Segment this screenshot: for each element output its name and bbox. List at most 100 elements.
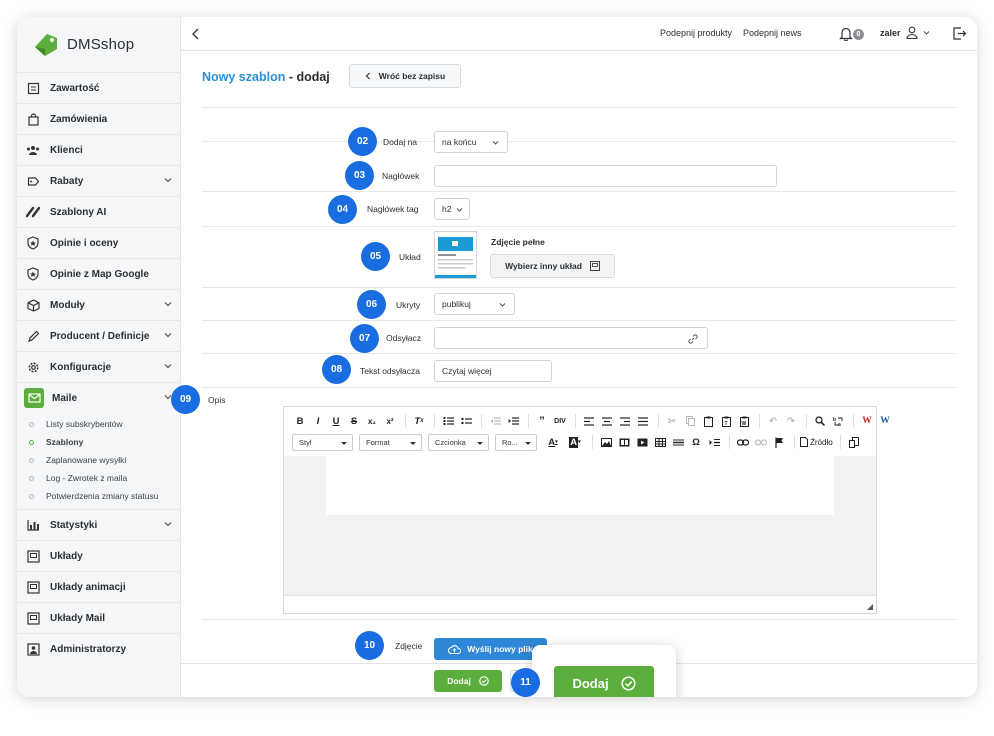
- paste-word-icon[interactable]: W: [736, 413, 752, 429]
- chevron-down-icon[interactable]: [164, 520, 172, 528]
- subscript-button[interactable]: x₂: [364, 413, 380, 429]
- source-button[interactable]: Źródło: [800, 434, 833, 450]
- blockquote-icon[interactable]: ”: [534, 413, 550, 429]
- align-center-icon[interactable]: [599, 413, 615, 429]
- add-button-zoomed[interactable]: Dodaj: [554, 666, 654, 697]
- chevron-down-icon: [499, 303, 506, 307]
- sidebar-item-moduly[interactable]: Moduły: [17, 289, 181, 320]
- sidebar-item-zamowienia[interactable]: Zamówienia: [17, 103, 181, 134]
- tekst-odsylacza-input[interactable]: Czytaj więcej: [434, 360, 552, 382]
- align-left-icon[interactable]: [581, 413, 597, 429]
- sidebar-item-uklady[interactable]: Układy: [17, 540, 181, 571]
- anchor-flag-icon[interactable]: [771, 434, 787, 450]
- logout-icon[interactable]: [952, 26, 967, 41]
- layout-thumbnail[interactable]: [434, 231, 477, 279]
- submenu-item-szablony[interactable]: Szablony: [17, 433, 181, 451]
- underline-button[interactable]: U: [328, 413, 344, 429]
- strikethrough-button[interactable]: S: [346, 413, 362, 429]
- page-break-icon[interactable]: [706, 434, 722, 450]
- sidebar-item-klienci[interactable]: Klienci: [17, 134, 181, 165]
- paste-text-icon[interactable]: T: [718, 413, 734, 429]
- bulleted-list-icon[interactable]: [458, 413, 474, 429]
- sidebar-item-opinie-i-oceny[interactable]: Opinie i oceny: [17, 227, 181, 258]
- naglowek-tag-select[interactable]: h2: [434, 198, 470, 220]
- word-count-icon[interactable]: W: [877, 413, 893, 429]
- remove-format-button[interactable]: Tx: [411, 413, 427, 429]
- find-icon[interactable]: [812, 413, 828, 429]
- chevron-down-icon[interactable]: [164, 331, 172, 339]
- sidebar-item-szablony-ai[interactable]: Szablony AI: [17, 196, 181, 227]
- submenu-item-log[interactable]: Log - Zwrotek z maila: [17, 469, 181, 487]
- add-button[interactable]: Dodaj: [434, 670, 502, 692]
- numbered-list-icon[interactable]: [440, 413, 456, 429]
- table-icon[interactable]: [652, 434, 668, 450]
- sidebar-item-zawartosc[interactable]: Zawartość: [17, 72, 181, 103]
- dodaj-na-select[interactable]: na końcu: [434, 131, 508, 153]
- upload-file-button[interactable]: Wyślij nowy plik: [434, 638, 547, 660]
- odsylacz-input[interactable]: [434, 327, 708, 349]
- sidebar-item-rabaty[interactable]: Rabaty: [17, 165, 181, 196]
- chevron-down-icon[interactable]: [164, 362, 172, 370]
- step-badge: 05: [361, 242, 390, 271]
- submenu-item-listy[interactable]: Listy subskrybentów: [17, 415, 181, 433]
- special-character-icon[interactable]: Ω: [688, 434, 704, 450]
- redo-icon[interactable]: ↷: [783, 413, 799, 429]
- sidebar-item-uklady-animacji[interactable]: Układy animacji: [17, 571, 181, 602]
- text-color-icon[interactable]: A ▾: [543, 434, 563, 450]
- background-color-icon[interactable]: A ▾: [565, 434, 585, 450]
- ukryty-select[interactable]: publikuj: [434, 293, 515, 315]
- bell-icon[interactable]: [839, 26, 853, 41]
- horizontal-line-icon[interactable]: [670, 434, 686, 450]
- resize-handle-icon[interactable]: [867, 604, 873, 610]
- page-title-suffix: - dodaj: [285, 70, 330, 84]
- replace-icon[interactable]: ba: [830, 413, 846, 429]
- back-without-saving-button[interactable]: Wróć bez zapisu: [349, 64, 461, 88]
- outdent-icon[interactable]: [487, 413, 503, 429]
- align-justify-icon[interactable]: [635, 413, 651, 429]
- gallery-icon[interactable]: [616, 434, 632, 450]
- image-icon[interactable]: [598, 434, 614, 450]
- bold-button[interactable]: B: [292, 413, 308, 429]
- naglowek-input[interactable]: [434, 165, 777, 187]
- unlink-icon[interactable]: [753, 434, 769, 450]
- undo-icon[interactable]: ↶: [765, 413, 781, 429]
- sidebar-item-konfiguracje[interactable]: Konfiguracje: [17, 351, 181, 382]
- link-icon[interactable]: [735, 434, 751, 450]
- user-name[interactable]: zaler: [880, 28, 901, 38]
- editor-content-area[interactable]: [284, 456, 876, 596]
- chevron-left-icon[interactable]: [191, 28, 201, 40]
- sidebar-item-opinie-google[interactable]: Opinie z Map Google: [17, 258, 181, 289]
- sidebar-item-maile[interactable]: Maile: [17, 382, 181, 413]
- superscript-button[interactable]: x²: [382, 413, 398, 429]
- sidebar-item-administratorzy[interactable]: Administratorzy: [17, 633, 181, 664]
- chevron-down-icon[interactable]: [923, 30, 930, 36]
- indent-icon[interactable]: [505, 413, 521, 429]
- brand-logo[interactable]: DMSshop: [31, 29, 134, 59]
- toolbar-separator: [575, 414, 576, 428]
- sidebar-item-producent[interactable]: Producent / Definicje: [17, 320, 181, 351]
- submenu-item-zaplanowane[interactable]: Zaplanowane wysyłki: [17, 451, 181, 469]
- choose-layout-button[interactable]: Wybierz inny układ: [490, 254, 615, 278]
- submenu-item-potwierdzenia[interactable]: Potwierdzenia zmiany statusu: [17, 487, 181, 505]
- sidebar-item-statystyki[interactable]: Statystyki: [17, 509, 181, 540]
- templates-icon[interactable]: [846, 434, 862, 450]
- link-podepnij-produkty[interactable]: Podepnij produkty: [660, 28, 732, 38]
- div-container-icon[interactable]: DIV: [552, 413, 568, 429]
- font-select[interactable]: Czcionka: [428, 433, 489, 451]
- paste-icon[interactable]: [700, 413, 716, 429]
- cut-icon[interactable]: ✂: [664, 413, 680, 429]
- format-select[interactable]: Format: [359, 433, 422, 451]
- align-right-icon[interactable]: [617, 413, 633, 429]
- chevron-down-icon[interactable]: [164, 176, 172, 184]
- editor-page[interactable]: [326, 456, 834, 515]
- spellcheck-icon[interactable]: W: [859, 413, 875, 429]
- copy-icon[interactable]: [682, 413, 698, 429]
- style-select[interactable]: Styl: [292, 433, 353, 451]
- user-icon[interactable]: [906, 26, 918, 39]
- chevron-down-icon[interactable]: [164, 300, 172, 308]
- italic-button[interactable]: I: [310, 413, 326, 429]
- video-icon[interactable]: [634, 434, 650, 450]
- font-size-select[interactable]: Ro...: [495, 433, 537, 451]
- sidebar-item-uklady-mail[interactable]: Układy Mail: [17, 602, 181, 633]
- link-podepnij-news[interactable]: Podepnij news: [743, 28, 802, 38]
